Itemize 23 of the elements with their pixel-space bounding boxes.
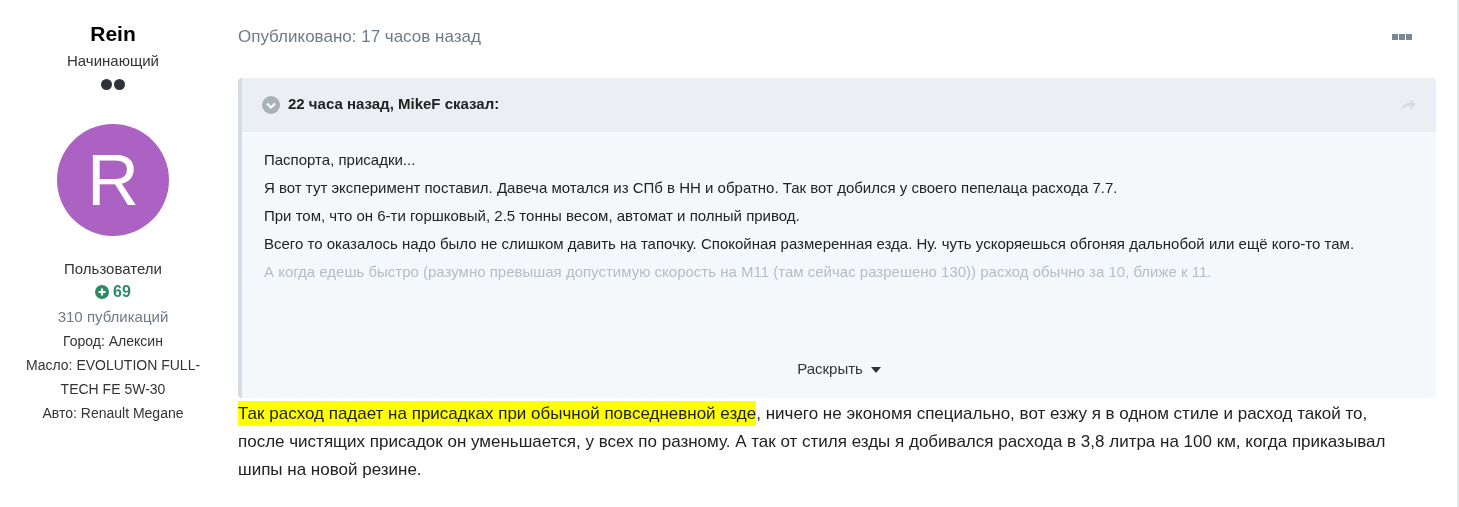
- author-name[interactable]: Rein: [90, 20, 136, 48]
- rank-title: Начинающий: [67, 51, 159, 71]
- published-time: Опубликовано: 17 часов назад: [238, 26, 481, 48]
- post-count: 310 публикаций: [57, 307, 169, 327]
- quote-paragraph: Я вот тут эксперимент поставил. Давеча мотался из СПб в НН и обратно. Так вот добился у своего пепелаца расхода 7.7.: [264, 177, 1119, 198]
- quote-paragraph: Всего то оказалось надо было не слишком давить на тапочку. Спокойная размеренная езда. Ну. чуть ускоряешься обгоняя дальнобой или ещё кого-то там.: [264, 233, 1356, 254]
- user-group: Пользователи: [64, 257, 162, 280]
- reputation-count: 69: [113, 282, 131, 302]
- quote-paragraph: А когда едешь быстро (разумно превышая допустимую скорость на М11 (там сейчас разрешено 130)) расход обычно за 10, ближе к 11.: [264, 261, 1213, 282]
- profile-field: Масло: EVOLUTION FULL-TECH FE 5W-30: [13, 352, 213, 401]
- caret-icon: [870, 366, 881, 373]
- avatar[interactable]: R: [57, 123, 169, 236]
- quote-paragraph: Паспорта, присадки...: [264, 149, 417, 170]
- quote-paragraph: При том, что он 6-ти горшковый, 2.5 тонны весом, автомат и полный привод.: [264, 205, 801, 226]
- reply-text: Так расход падает на присадках при обычной повседневной езде, ничего не экономя специально, вот езжу я в одном стиле и расход такой то, после чистящих присадок он уменьшается, у всех по разному. А так от стиля езды я добивался расхода в 3,8 литра на 100 км, когда приказывал шипы на новой резине.: [238, 399, 1413, 484]
- profile-field: Город: Алексин: [13, 328, 213, 353]
- expand-button[interactable]: Раскрыть: [797, 358, 881, 381]
- profile-field: Авто: Renault Megane: [13, 400, 213, 425]
- more-options-icon[interactable]: [1392, 33, 1412, 40]
- quote-header: 22 часа назад, MikeF сказал:: [288, 94, 500, 115]
- collapse-icon[interactable]: [262, 95, 280, 114]
- rank-pips-icon: [101, 78, 125, 90]
- plus-icon: [95, 285, 110, 299]
